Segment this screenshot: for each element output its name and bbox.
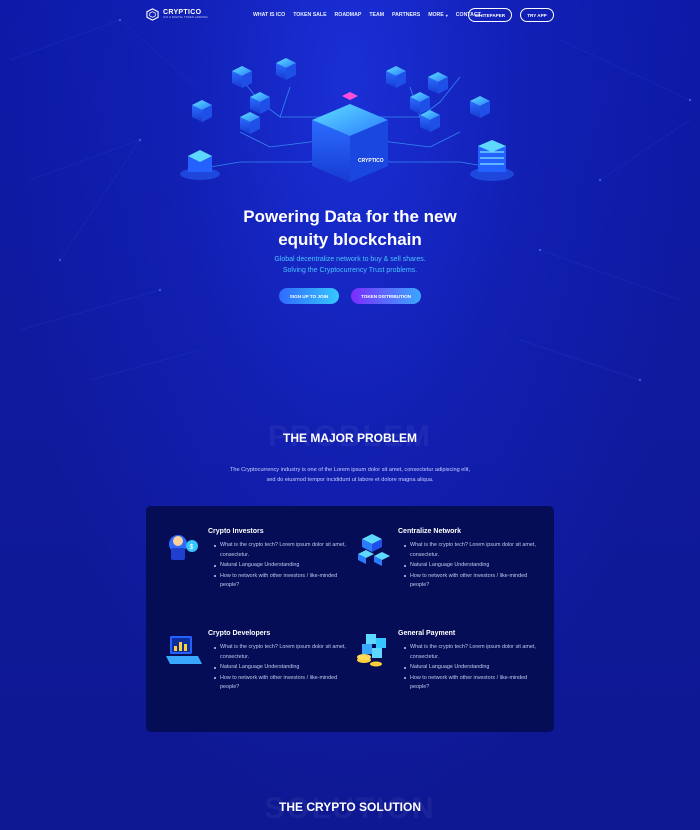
- list-item: Natural Language Understanding: [404, 561, 536, 571]
- list-item: How to network with other investors / li…: [404, 572, 536, 591]
- hero-subtitle: Global decentralize network to buy & sel…: [0, 254, 700, 276]
- problem-description-line-1: The Cryptocurrency industry is one of th…: [229, 467, 471, 473]
- nav-item-more[interactable]: MORE ▾: [428, 12, 448, 18]
- list-item: How to network with other investors / li…: [214, 674, 346, 693]
- brand-tagline: ICO & DIGITAL TOKEN LANDING: [163, 16, 208, 20]
- nav-item-team[interactable]: TEAM: [369, 12, 384, 18]
- hero-subtitle-line-2: Solving the Cryptocurrency Trust problem…: [282, 267, 418, 274]
- blockchain-illustration: CRYPTICO: [180, 58, 514, 182]
- card-list: What is the crypto tech? Lorem ipsum dol…: [404, 541, 536, 592]
- list-item: Natural Language Understanding: [404, 663, 536, 673]
- main-nav: WHAT IS ICO TOKEN SALE ROADMAP TEAM PART…: [253, 12, 481, 18]
- sign-up-button[interactable]: SIGN UP TO JOIN: [279, 288, 339, 304]
- card-title: Centralize Network: [398, 528, 462, 535]
- site-header: CRYPTICO ICO & DIGITAL TOKEN LANDING WHA…: [0, 0, 700, 30]
- nav-item-what-is-ico[interactable]: WHAT IS ICO: [253, 12, 285, 18]
- list-item: What is the crypto tech? Lorem ipsum dol…: [404, 541, 536, 560]
- card-title: Crypto Investors: [208, 528, 264, 535]
- list-item: Natural Language Understanding: [214, 663, 346, 673]
- brand-logo[interactable]: CRYPTICO ICO & DIGITAL TOKEN LANDING: [146, 8, 208, 21]
- card-title: Crypto Developers: [208, 630, 271, 637]
- token-distribution-button[interactable]: TOKEN DISTRIBUTION: [351, 288, 421, 304]
- hero-subtitle-line-1: Global decentralize network to buy & sel…: [274, 256, 426, 263]
- hero-title-line-1: Powering Data for the new: [243, 207, 457, 226]
- nav-item-token-sale[interactable]: TOKEN SALE: [293, 12, 326, 18]
- problem-description: The Cryptocurrency industry is one of th…: [0, 465, 700, 485]
- svg-text:$: $: [190, 544, 194, 551]
- hero-title-line-2: equity blockchain: [278, 230, 422, 249]
- list-item: How to network with other investors / li…: [214, 572, 346, 591]
- cube-logo-icon: [146, 8, 159, 21]
- card-title: General Payment: [398, 630, 456, 637]
- nav-item-roadmap[interactable]: ROADMAP: [335, 12, 362, 18]
- card-list: What is the crypto tech? Lorem ipsum dol…: [214, 541, 346, 592]
- hero-art-label: CRYPTICO: [358, 158, 384, 164]
- whitepaper-button[interactable]: WHITEPAPER: [468, 8, 512, 22]
- list-item: Natural Language Understanding: [214, 561, 346, 571]
- hero-title: Powering Data for the new equity blockch…: [0, 205, 700, 251]
- try-app-button[interactable]: TRY APP: [520, 8, 554, 22]
- payment-coins-icon: [357, 634, 386, 667]
- problem-description-line-2: sed do eiusmod tempor incididunt ut labo…: [266, 477, 434, 483]
- problem-panel: $ Crypto Investors What is the crypto te…: [146, 506, 554, 732]
- network-blocks-icon: [358, 534, 390, 566]
- problem-section-title: THE MAJOR PROBLEM: [282, 431, 417, 445]
- investor-icon: $: [169, 535, 198, 560]
- solution-section-title: THE CRYPTO SOLUTION: [278, 800, 421, 814]
- list-item: What is the crypto tech? Lorem ipsum dol…: [404, 643, 536, 662]
- nav-more-label: MORE: [428, 12, 444, 18]
- list-item: What is the crypto tech? Lorem ipsum dol…: [214, 643, 346, 662]
- nav-item-partners[interactable]: PARTNERS: [392, 12, 420, 18]
- list-item: What is the crypto tech? Lorem ipsum dol…: [214, 541, 346, 560]
- card-list: What is the crypto tech? Lorem ipsum dol…: [404, 643, 536, 694]
- card-list: What is the crypto tech? Lorem ipsum dol…: [214, 643, 346, 694]
- list-item: How to network with other investors / li…: [404, 674, 536, 693]
- chevron-down-icon: ▾: [445, 12, 448, 18]
- developer-laptop-icon: [166, 636, 202, 664]
